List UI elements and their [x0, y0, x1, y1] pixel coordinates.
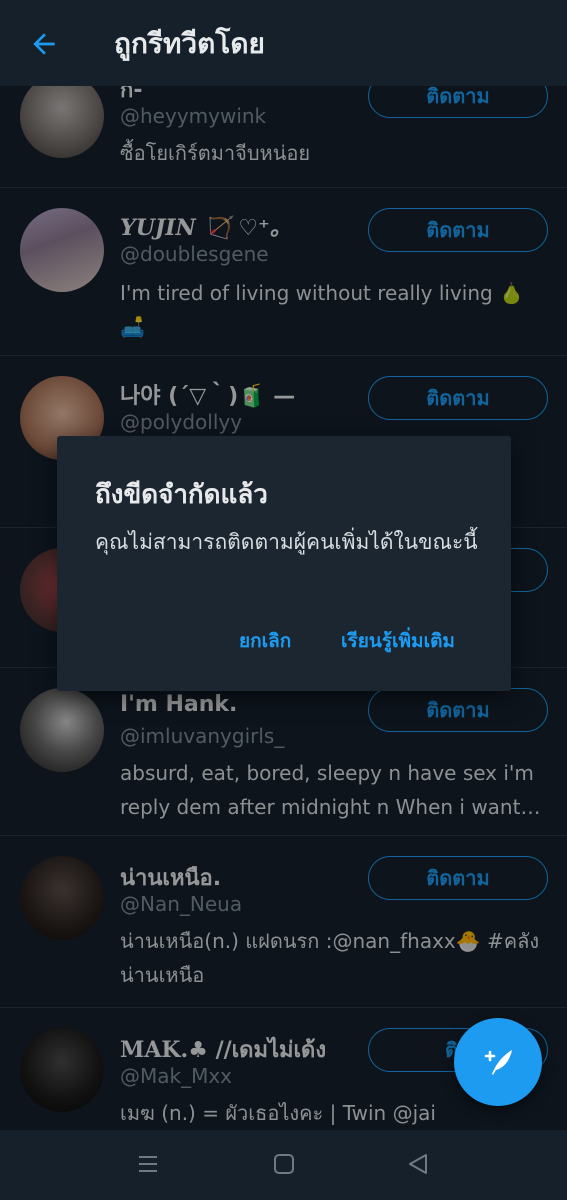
cancel-button[interactable]: ยกเลิก	[239, 626, 291, 656]
menu-icon[interactable]	[136, 1152, 160, 1176]
top-app-bar: ถูกรีทวีตโดย	[0, 0, 567, 86]
back-triangle-icon[interactable]	[406, 1152, 430, 1176]
page-title: ถูกรีทวีตโดย	[114, 27, 265, 60]
system-navigation-bar	[0, 1130, 567, 1200]
compose-tweet-icon	[484, 1050, 512, 1075]
dialog-title: ถึงขีดจำกัดแล้ว	[95, 480, 268, 510]
home-square-icon[interactable]	[272, 1152, 296, 1176]
limit-reached-dialog: ถึงขีดจำกัดแล้ว คุณไม่สามารถติดตามผู้คนเ…	[57, 436, 511, 691]
arrow-left-icon[interactable]	[28, 28, 60, 60]
dialog-message: คุณไม่สามารถติดตามผู้คนเพิ่มได้ในขณะนี้	[95, 530, 478, 554]
learn-more-button[interactable]: เรียนรู้เพิ่มเติม	[341, 626, 455, 656]
compose-tweet-button[interactable]	[454, 1018, 542, 1106]
